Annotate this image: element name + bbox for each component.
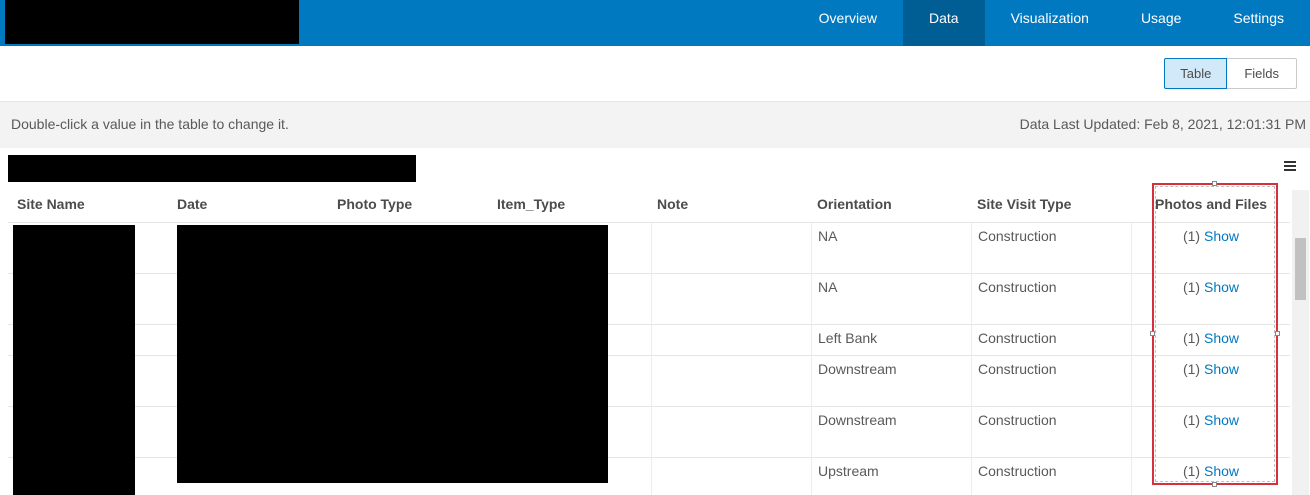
note-cell[interactable] xyxy=(651,458,811,495)
edit-hint: Double-click a value in the table to cha… xyxy=(11,116,289,132)
photos-cell: (1) Show xyxy=(1131,458,1290,495)
attachment-count: (1) xyxy=(1182,412,1201,428)
orientation-cell[interactable]: Downstream xyxy=(811,356,971,406)
note-cell[interactable] xyxy=(651,274,811,324)
show-attachments-link[interactable]: Show xyxy=(1204,228,1239,244)
orientation-cell[interactable]: Downstream xyxy=(811,407,971,457)
note-cell[interactable] xyxy=(651,407,811,457)
col-note[interactable]: Note xyxy=(648,190,808,223)
nav-tabs: Overview Data Visualization Usage Settin… xyxy=(793,0,1310,46)
photos-cell: (1) Show xyxy=(1131,325,1290,355)
photos-cell: (1) Show xyxy=(1131,274,1290,324)
show-attachments-link[interactable]: Show xyxy=(1204,279,1239,295)
table-header: Site Name Date Photo Type Item_Type Note… xyxy=(8,190,1290,223)
col-photos-and-files[interactable]: Photos and Files xyxy=(1146,190,1286,223)
top-nav-bar: Overview Data Visualization Usage Settin… xyxy=(0,0,1310,46)
visit-type-cell[interactable]: Construction xyxy=(971,274,1131,324)
tab-overview[interactable]: Overview xyxy=(793,0,903,46)
redacted-site-names xyxy=(13,225,135,495)
table-scrollbar[interactable] xyxy=(1292,190,1309,495)
col-site-visit-type[interactable]: Site Visit Type xyxy=(968,190,1128,223)
attachment-count: (1) xyxy=(1182,330,1201,346)
visit-type-cell[interactable]: Construction xyxy=(971,407,1131,457)
view-toggle: Table Fields xyxy=(1164,58,1297,89)
show-attachments-link[interactable]: Show xyxy=(1204,361,1239,377)
photos-cell: (1) Show xyxy=(1131,356,1290,406)
scrollbar-thumb[interactable] xyxy=(1295,238,1306,300)
photos-cell: (1) Show xyxy=(1131,407,1290,457)
note-cell[interactable] xyxy=(651,223,811,273)
tab-visualization[interactable]: Visualization xyxy=(985,0,1115,46)
tab-usage[interactable]: Usage xyxy=(1115,0,1207,46)
col-site-name[interactable]: Site Name xyxy=(8,190,168,223)
col-photo-type[interactable]: Photo Type xyxy=(328,190,488,223)
last-updated: Data Last Updated: Feb 8, 2021, 12:01:31… xyxy=(1019,116,1306,132)
col-item-type[interactable]: Item_Type xyxy=(488,190,648,223)
view-toggle-row: Table Fields xyxy=(0,46,1310,102)
col-date[interactable]: Date xyxy=(168,190,328,223)
fields-view-button[interactable]: Fields xyxy=(1227,58,1297,89)
orientation-cell[interactable]: Left Bank xyxy=(811,325,971,355)
redacted-app-title xyxy=(5,0,299,44)
note-cell[interactable] xyxy=(651,325,811,355)
info-strip: Double-click a value in the table to cha… xyxy=(0,102,1310,148)
table-menu-icon[interactable] xyxy=(1284,159,1296,173)
note-cell[interactable] xyxy=(651,356,811,406)
table-view-button[interactable]: Table xyxy=(1164,58,1228,89)
visit-type-cell[interactable]: Construction xyxy=(971,458,1131,495)
col-orientation[interactable]: Orientation xyxy=(808,190,968,223)
show-attachments-link[interactable]: Show xyxy=(1204,412,1239,428)
visit-type-cell[interactable]: Construction xyxy=(971,223,1131,273)
show-attachments-link[interactable]: Show xyxy=(1204,330,1239,346)
tab-data[interactable]: Data xyxy=(903,0,985,46)
orientation-cell[interactable]: NA xyxy=(811,274,971,324)
photos-cell: (1) Show xyxy=(1131,223,1290,273)
tab-settings[interactable]: Settings xyxy=(1207,0,1310,46)
orientation-cell[interactable]: Upstream xyxy=(811,458,971,495)
attachment-count: (1) xyxy=(1182,463,1201,479)
redacted-date-type-columns xyxy=(177,225,608,483)
visit-type-cell[interactable]: Construction xyxy=(971,325,1131,355)
redacted-layer-title xyxy=(8,155,416,182)
attachment-count: (1) xyxy=(1182,228,1201,244)
show-attachments-link[interactable]: Show xyxy=(1204,463,1239,479)
visit-type-cell[interactable]: Construction xyxy=(971,356,1131,406)
attachment-count: (1) xyxy=(1182,361,1201,377)
orientation-cell[interactable]: NA xyxy=(811,223,971,273)
data-table-panel: Site Name Date Photo Type Item_Type Note… xyxy=(8,148,1310,495)
attachment-count: (1) xyxy=(1182,279,1201,295)
